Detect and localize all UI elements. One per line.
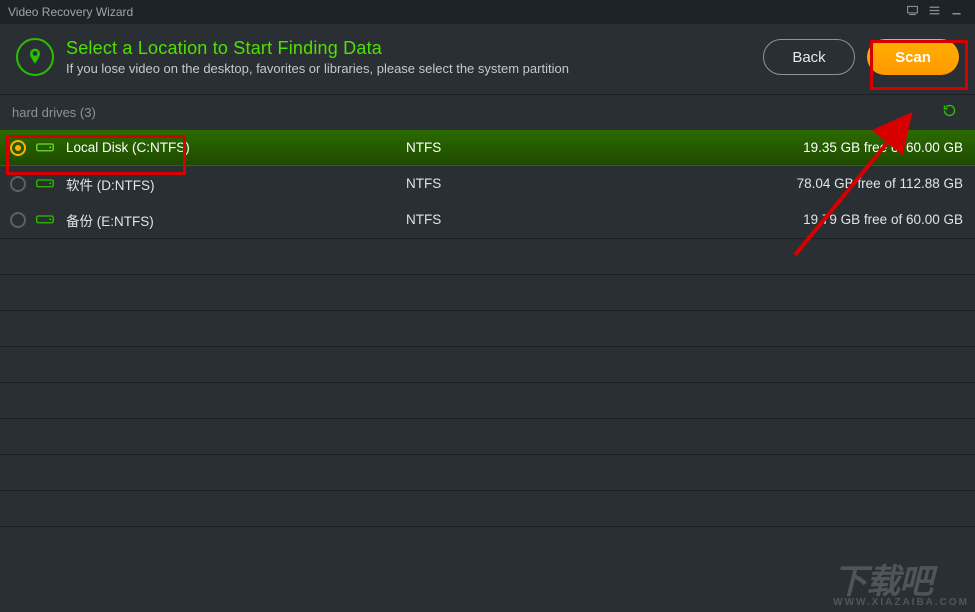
back-button[interactable]: Back [763, 39, 855, 75]
drive-free: 19.35 GB free of 60.00 GB [746, 140, 963, 155]
drive-row[interactable]: Local Disk (C:NTFS)NTFS19.35 GB free of … [0, 130, 975, 166]
watermark: 下载吧 WWW.XIAZAIBA.COM [833, 554, 969, 608]
page-subtitle: If you lose video on the desktop, favori… [66, 61, 569, 76]
radio-icon[interactable] [10, 176, 26, 192]
header: Select a Location to Start Finding Data … [0, 24, 975, 94]
radio-icon[interactable] [10, 212, 26, 228]
drive-row[interactable]: 软件 (D:NTFS)NTFS78.04 GB free of 112.88 G… [0, 166, 975, 202]
drive-name: Local Disk (C:NTFS) [66, 140, 406, 155]
disk-icon [34, 176, 56, 192]
drive-fs: NTFS [406, 176, 746, 191]
drive-row[interactable]: 备份 (E:NTFS)NTFS19.79 GB free of 60.00 GB [0, 202, 975, 238]
drive-free: 19.79 GB free of 60.00 GB [746, 212, 963, 227]
minimize-icon[interactable] [945, 4, 967, 20]
page-title: Select a Location to Start Finding Data [66, 38, 569, 59]
refresh-icon[interactable] [936, 101, 963, 124]
titlebar-icon-1[interactable] [901, 4, 923, 20]
scan-button[interactable]: Scan [867, 39, 959, 75]
disk-icon [34, 212, 56, 228]
drive-name: 软件 (D:NTFS) [66, 174, 406, 194]
radio-icon[interactable] [10, 140, 26, 156]
location-pin-icon [16, 38, 54, 76]
disk-icon [34, 140, 56, 156]
drive-free: 78.04 GB free of 112.88 GB [746, 176, 963, 191]
menu-icon[interactable] [923, 4, 945, 20]
empty-area [0, 238, 975, 562]
section-label: hard drives (3) [12, 105, 96, 120]
drive-fs: NTFS [406, 140, 746, 155]
hard-drives-section-header: hard drives (3) [0, 94, 975, 130]
window-title: Video Recovery Wizard [8, 5, 133, 19]
titlebar: Video Recovery Wizard [0, 0, 975, 24]
drives-list: Local Disk (C:NTFS)NTFS19.35 GB free of … [0, 130, 975, 238]
drive-fs: NTFS [406, 212, 746, 227]
drive-name: 备份 (E:NTFS) [66, 210, 406, 230]
